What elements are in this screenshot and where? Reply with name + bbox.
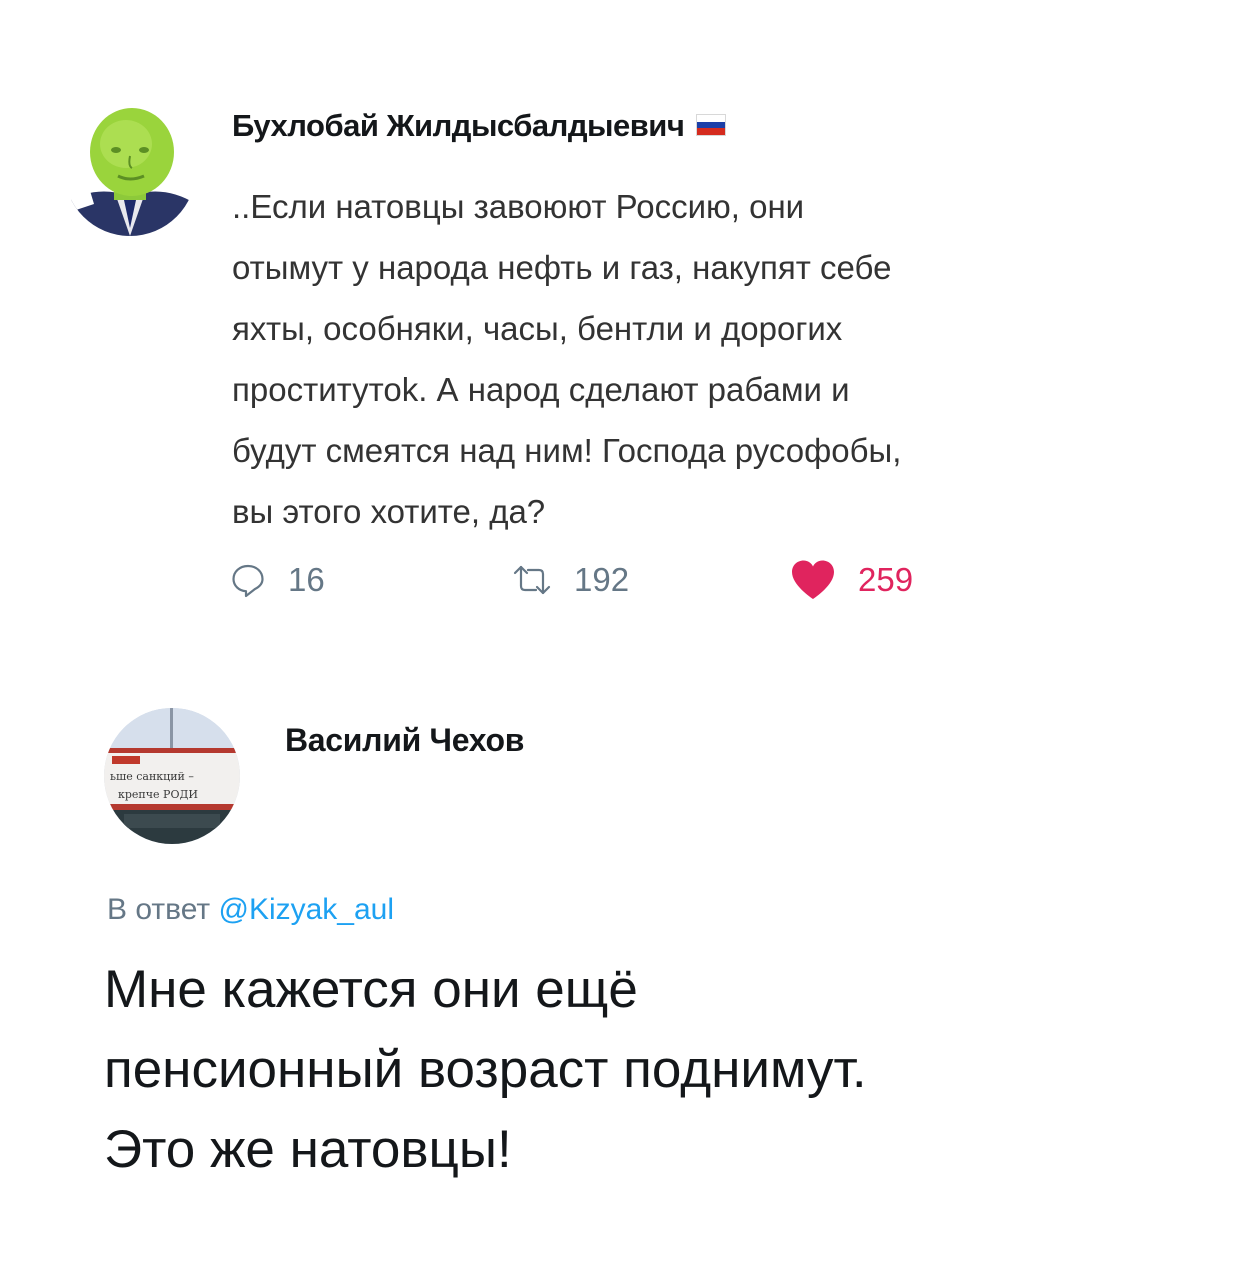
author-name[interactable]: Бухлобай Жилдысбалдыевич xyxy=(232,108,727,144)
tweet-actions: 16 192 259 xyxy=(230,555,1030,605)
billboard-text-1: ьше санкций – xyxy=(110,770,194,783)
russia-flag-icon xyxy=(696,114,727,136)
heart-filled-icon xyxy=(792,560,834,599)
reply-action[interactable]: 16 xyxy=(230,555,325,605)
author-avatar[interactable] xyxy=(64,104,196,236)
retweet-icon xyxy=(513,565,551,595)
retweet-action[interactable]: 192 xyxy=(512,555,629,605)
reply-to-mention[interactable]: @Kizyak_aul xyxy=(218,893,394,926)
reply-bubble-icon xyxy=(232,564,264,598)
reply-to-line: В ответ @Kizyak_aul xyxy=(107,893,394,927)
avatar-billboard-icon: ьше санкций – крепче РОДИ xyxy=(104,708,240,844)
reply-text: Мне кажется они ещё пенсионный возраст п… xyxy=(104,960,867,1179)
reply-to-prefix: В ответ xyxy=(107,893,219,926)
like-action[interactable]: 259 xyxy=(790,555,913,605)
tweet-text: ..Если натовцы завоюют Россию, они отыму… xyxy=(232,188,902,530)
retweet-count: 192 xyxy=(574,561,630,598)
like-count: 259 xyxy=(858,561,914,598)
billboard-text-2: крепче РОДИ xyxy=(118,788,198,801)
avatar-green-face-icon xyxy=(64,104,196,236)
reply-author-name[interactable]: Василий Чехов xyxy=(285,722,524,759)
reply-author-avatar[interactable]: ьше санкций – крепче РОДИ xyxy=(104,708,240,844)
reply-count: 16 xyxy=(288,561,325,598)
author-name-text: Бухлобай Жилдысбалдыевич xyxy=(232,108,685,143)
